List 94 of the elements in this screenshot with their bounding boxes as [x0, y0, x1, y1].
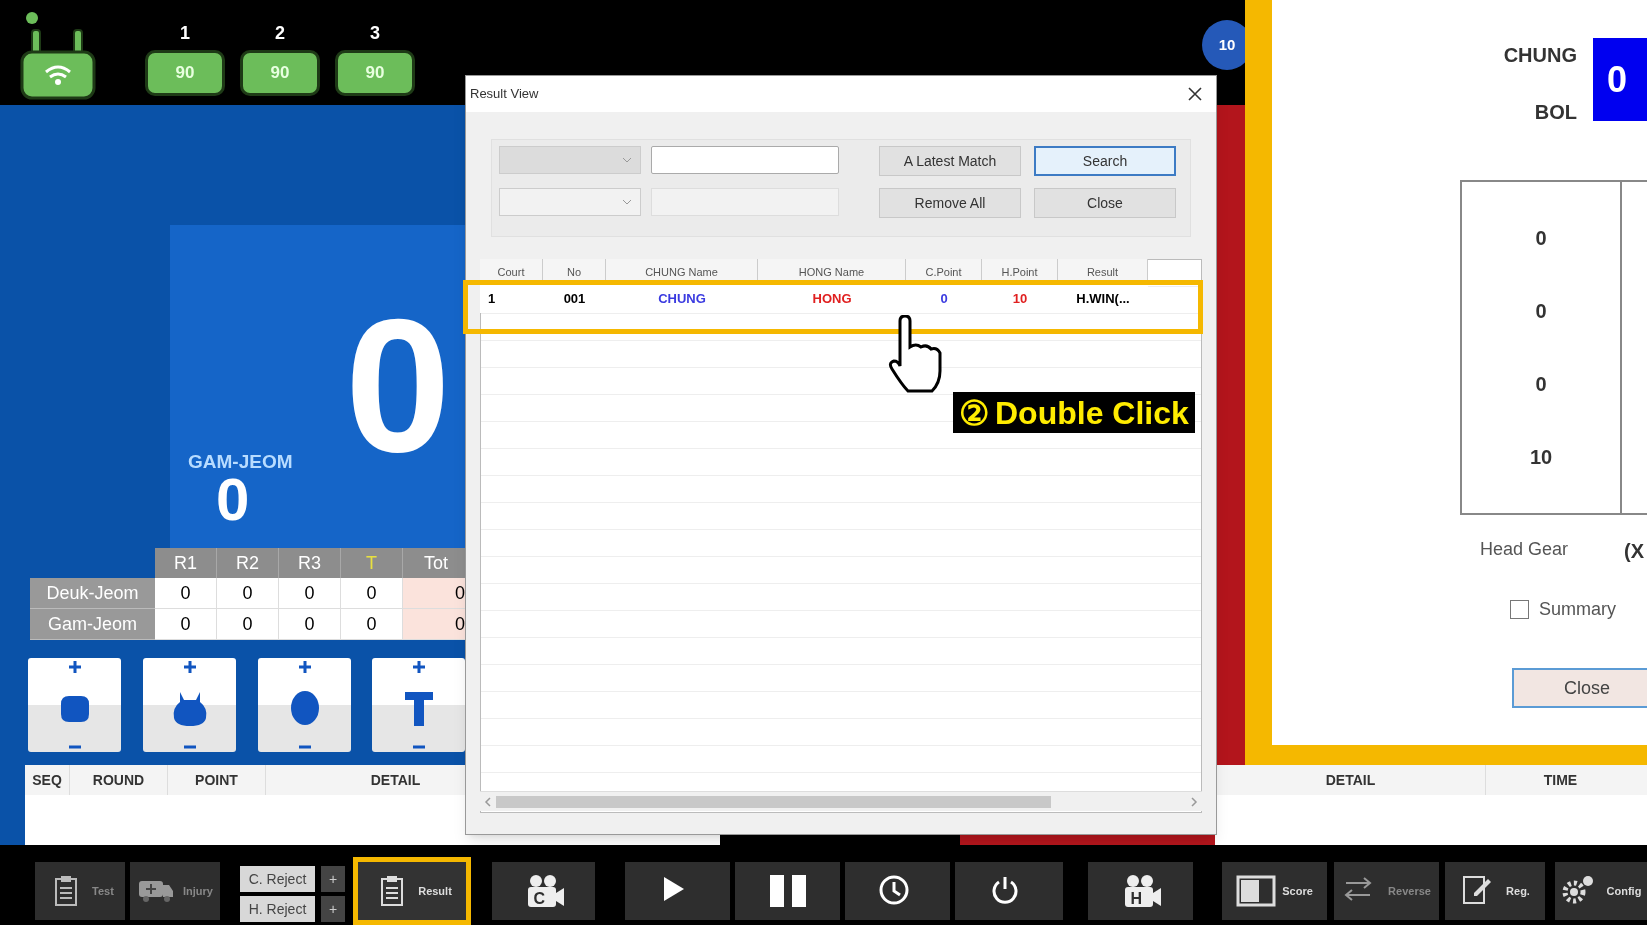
action-button[interactable]: A Latest Match [879, 146, 1021, 176]
toolbar-button[interactable]: Reg. [1445, 862, 1545, 920]
minus-icon [297, 744, 312, 750]
toolbar-button[interactable] [735, 862, 840, 920]
column-header: R1 [155, 548, 217, 578]
table-cell: 0 [155, 609, 217, 640]
camera-letter: C [533, 889, 546, 909]
add-button[interactable]: + [321, 866, 345, 892]
scroll-left-icon [484, 796, 492, 807]
minus-icon [411, 744, 426, 750]
device-number: 1 [179, 24, 191, 42]
chevron-down-icon [622, 157, 632, 163]
device-number: 2 [274, 24, 286, 42]
camera-letter: H [1130, 889, 1143, 909]
point-adjust-button[interactable] [143, 658, 236, 752]
column-header: CHUNG Name [606, 259, 758, 280]
device-number: 3 [369, 24, 381, 42]
table-cell-text: H.WIN(... [1075, 290, 1131, 309]
table-cell-text: HONG [811, 290, 853, 309]
table-cell-text: 0 [1534, 226, 1548, 252]
table-cell-text: 1 [487, 290, 497, 309]
column-header: Result [1058, 259, 1148, 280]
toolbar-button[interactable] [845, 862, 950, 920]
column-header: H.Point [982, 259, 1058, 280]
table-cell-text: 001 [562, 290, 587, 309]
table-cell-text: 0 [939, 290, 949, 309]
head-gear-label: Head Gear [1480, 538, 1569, 561]
action-button[interactable]: Remove All [879, 188, 1021, 218]
table-cell-text: 0 [1534, 299, 1548, 325]
toolbar-button[interactable]: C [492, 862, 595, 920]
search-field[interactable] [651, 146, 839, 174]
close-button[interactable]: Close [1512, 668, 1647, 708]
plus-icon [411, 660, 426, 674]
step-number: ② [959, 395, 989, 430]
point-adjust-button[interactable] [372, 658, 465, 752]
table-cell: 0 [341, 609, 403, 640]
row-label: Deuk-Jeom [30, 578, 155, 609]
score-box: 0 [1593, 38, 1647, 121]
toolbar-button[interactable] [625, 862, 730, 920]
plus-icon [67, 660, 82, 674]
table-cell: 0 [155, 578, 217, 609]
reject-button[interactable]: C. Reject [240, 866, 315, 892]
battery-level-badge: 90 [240, 50, 320, 96]
table-cell: 0 [279, 609, 341, 640]
table-cell-text: 0 [1534, 371, 1548, 397]
toolbar-button[interactable] [955, 862, 1063, 920]
table-cell-text: 10 [1528, 444, 1554, 470]
toolbar-button[interactable]: H [1088, 862, 1193, 920]
minus-icon [67, 744, 82, 750]
column-header: Court [480, 259, 543, 280]
close-icon [1187, 86, 1203, 102]
scrollbar-thumb[interactable] [496, 795, 1051, 808]
display-icon [1236, 873, 1277, 909]
column-header: C.Point [906, 259, 982, 280]
column-header: R2 [217, 548, 279, 578]
result-row[interactable]: 1 001 CHUNG HONG 0 10 H.WIN(... [480, 285, 1148, 313]
row-label: Gam-Jeom [30, 609, 155, 640]
window-title: Result View [470, 85, 539, 104]
column-header: POINT [168, 765, 266, 795]
add-button[interactable]: + [321, 896, 345, 922]
scroll-right-icon [1190, 796, 1198, 807]
wifi-router-icon [18, 10, 98, 100]
player-name: BOL [1534, 100, 1577, 125]
action-button[interactable]: Close [1034, 188, 1176, 218]
chevron-down-icon [622, 199, 632, 205]
table-cell-text: 10 [1011, 290, 1029, 309]
column-header: No [543, 259, 606, 280]
head-gear-value: (X [1624, 539, 1644, 564]
table-cell: 0 [217, 609, 279, 640]
battery-level-badge: 90 [145, 50, 225, 96]
reject-button[interactable]: H. Reject [240, 896, 315, 922]
column-header: ROUND [70, 765, 168, 795]
pause-icon [767, 873, 808, 909]
toolbar-button[interactable]: Config [1555, 862, 1647, 920]
callout-text: Double Click [995, 396, 1189, 429]
plus-icon [297, 660, 312, 674]
battery-level-badge: 90 [335, 50, 415, 96]
toolbar-button[interactable]: Score [1222, 862, 1327, 920]
point-adjust-button[interactable] [258, 658, 351, 752]
column-header: T [341, 548, 403, 578]
point-adjust-button[interactable] [28, 658, 121, 752]
main-score: 0 [345, 290, 451, 480]
column-header: HONG Name [758, 259, 906, 280]
plus-icon [182, 660, 197, 674]
table-cell: 0 [217, 578, 279, 609]
column-header: SEQ [25, 765, 70, 795]
minus-icon [182, 744, 197, 750]
column-header: R3 [279, 548, 341, 578]
search-button[interactable]: Search [1034, 146, 1176, 176]
table-cell: 0 [279, 578, 341, 609]
player-name: CHUNG [1503, 43, 1577, 68]
summary-checkbox[interactable]: Summary [1510, 596, 1616, 623]
table-cell-text: CHUNG [657, 290, 707, 309]
table-cell: 0 [341, 578, 403, 609]
